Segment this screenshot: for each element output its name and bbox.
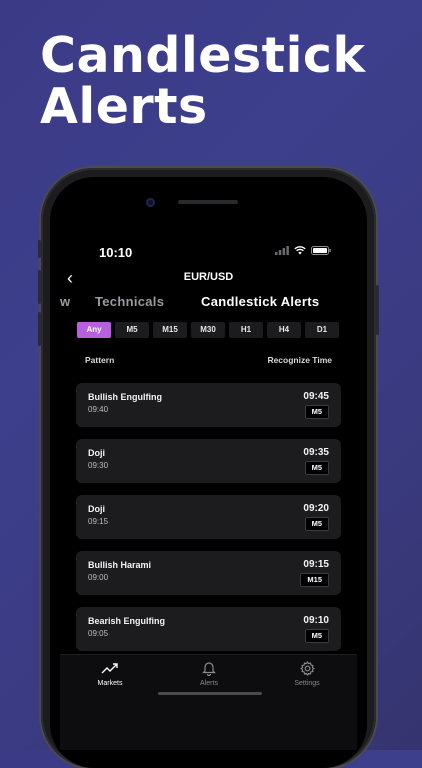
- alert-card[interactable]: Bullish Harami 09:00 09:15 M15: [76, 551, 341, 595]
- tab-settings[interactable]: Settings: [272, 659, 342, 687]
- home-indicator: [158, 692, 262, 695]
- app-screen: 10:10 ‹ EUR/USD w Technicals Candlestick…: [60, 234, 357, 750]
- alert-pattern-name: Doji: [88, 448, 105, 458]
- alert-pattern-time: 09:40: [88, 405, 109, 414]
- alert-pattern-name: Doji: [88, 504, 105, 514]
- alert-recognize-time: 09:35: [303, 447, 329, 458]
- front-camera: [146, 198, 155, 207]
- tab-markets-label: Markets: [97, 680, 123, 687]
- timeframe-any[interactable]: Any: [77, 322, 111, 338]
- earpiece-speaker: [178, 200, 238, 204]
- alert-timeframe-badge: M5: [304, 517, 329, 531]
- tab-candlestick-alerts[interactable]: Candlestick Alerts: [201, 294, 319, 309]
- volume-down-button: [38, 312, 41, 346]
- alert-pattern-time: 09:00: [88, 573, 109, 582]
- alert-pattern-time: 09:05: [88, 629, 109, 638]
- alert-pattern-name: Bearish Engulfing: [88, 616, 166, 626]
- headline-line1: Candlestick: [40, 27, 366, 84]
- tab-alerts-label: Alerts: [200, 680, 218, 687]
- timeframe-d1[interactable]: D1: [305, 322, 339, 338]
- status-time: 10:10: [99, 245, 133, 260]
- alert-recognize-time: 09:20: [303, 503, 329, 514]
- column-header-pattern: Pattern: [85, 355, 115, 365]
- volume-up-button: [38, 270, 41, 304]
- alert-card[interactable]: Doji 09:15 09:20 M5: [76, 495, 341, 539]
- tab-partial[interactable]: w: [60, 294, 70, 309]
- alert-card[interactable]: Bearish Engulfing 09:05 09:10 M5: [76, 607, 341, 651]
- timeframe-h1[interactable]: H1: [229, 322, 263, 338]
- alert-timeframe-badge: M15: [300, 573, 329, 587]
- tab-markets[interactable]: Markets: [75, 659, 145, 687]
- alert-recognize-time: 09:15: [303, 559, 329, 570]
- alert-card[interactable]: Doji 09:30 09:35 M5: [76, 439, 341, 483]
- alert-timeframe-badge: M5: [304, 461, 329, 475]
- bell-icon: [202, 661, 216, 676]
- alert-pattern-time: 09:30: [88, 461, 109, 470]
- gear-icon: [299, 660, 315, 676]
- tab-settings-label: Settings: [294, 680, 320, 687]
- alert-recognize-time: 09:10: [303, 615, 329, 626]
- battery-icon: [311, 246, 331, 255]
- headline-line2: Alerts: [40, 78, 208, 135]
- alert-pattern-time: 09:15: [88, 517, 109, 526]
- page-title: EUR/USD: [183, 271, 234, 283]
- headline: Candlestick Alerts: [40, 30, 366, 132]
- alert-pattern-name: Bullish Engulfing: [88, 392, 162, 402]
- cellular-signal-icon: [275, 246, 289, 255]
- bottom-tab-bar: Markets Alerts Settings: [60, 654, 357, 750]
- alert-timeframe-badge: M5: [304, 405, 329, 419]
- timeframe-m15[interactable]: M15: [153, 322, 187, 338]
- timeframe-h4[interactable]: H4: [267, 322, 301, 338]
- tab-bar: w Technicals Candlestick Alerts: [60, 294, 357, 316]
- column-header-recognize-time: Recognize Time: [267, 355, 332, 365]
- trending-up-icon: [101, 663, 118, 674]
- timeframe-m5[interactable]: M5: [115, 322, 149, 338]
- alert-card[interactable]: Bullish Engulfing 09:40 09:45 M5: [76, 383, 341, 427]
- alert-recognize-time: 09:45: [303, 391, 329, 402]
- tab-alerts[interactable]: Alerts: [174, 659, 244, 687]
- timeframe-filter: Any M5 M15 M30 H1 H4 D1: [77, 322, 339, 338]
- power-button: [376, 285, 379, 335]
- status-icons: [275, 246, 331, 255]
- alert-pattern-name: Bullish Harami: [88, 560, 152, 570]
- wifi-icon: [294, 246, 306, 255]
- timeframe-m30[interactable]: M30: [191, 322, 225, 338]
- mute-switch: [38, 240, 41, 258]
- alert-timeframe-badge: M5: [304, 629, 329, 643]
- tab-technicals[interactable]: Technicals: [95, 294, 164, 309]
